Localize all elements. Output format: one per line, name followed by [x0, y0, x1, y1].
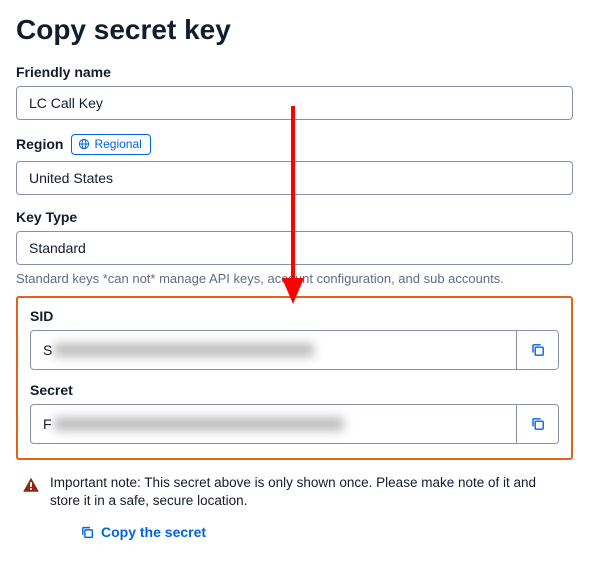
- sid-field[interactable]: S: [31, 331, 516, 369]
- region-label: Region: [16, 136, 63, 152]
- region-badge-text: Regional: [94, 136, 141, 153]
- region-field[interactable]: United States: [16, 161, 573, 195]
- important-note-text: Important note: This secret above is onl…: [50, 474, 569, 510]
- sid-prefix: S: [43, 342, 52, 358]
- globe-icon: [78, 138, 90, 150]
- secret-masked-value: [54, 417, 344, 431]
- copy-icon: [80, 525, 95, 540]
- copy-secret-button[interactable]: [516, 405, 558, 443]
- region-badge: Regional: [71, 134, 150, 155]
- key-type-label: Key Type: [16, 209, 573, 225]
- key-type-field[interactable]: Standard: [16, 231, 573, 265]
- copy-the-secret-label: Copy the secret: [101, 524, 206, 540]
- page-title: Copy secret key: [16, 14, 573, 46]
- region-group: Region Regional United States: [16, 134, 573, 195]
- secret-label: Secret: [30, 382, 559, 398]
- warning-icon: [22, 476, 40, 494]
- friendly-name-group: Friendly name LC Call Key: [16, 64, 573, 120]
- secret-group: Secret F: [30, 382, 559, 444]
- important-note: Important note: This secret above is onl…: [16, 472, 573, 510]
- sid-masked-value: [54, 343, 314, 357]
- key-type-helper: Standard keys *can not* manage API keys,…: [16, 271, 573, 286]
- sid-group: SID S: [30, 308, 559, 370]
- copy-sid-button[interactable]: [516, 331, 558, 369]
- credentials-highlight-box: SID S Secret F: [16, 296, 573, 460]
- secret-field[interactable]: F: [31, 405, 516, 443]
- copy-the-secret-button[interactable]: Copy the secret: [80, 524, 206, 540]
- key-type-group: Key Type Standard: [16, 209, 573, 265]
- friendly-name-field[interactable]: LC Call Key: [16, 86, 573, 120]
- friendly-name-label: Friendly name: [16, 64, 573, 80]
- secret-prefix: F: [43, 416, 52, 432]
- copy-icon: [530, 342, 546, 358]
- sid-label: SID: [30, 308, 559, 324]
- copy-icon: [530, 416, 546, 432]
